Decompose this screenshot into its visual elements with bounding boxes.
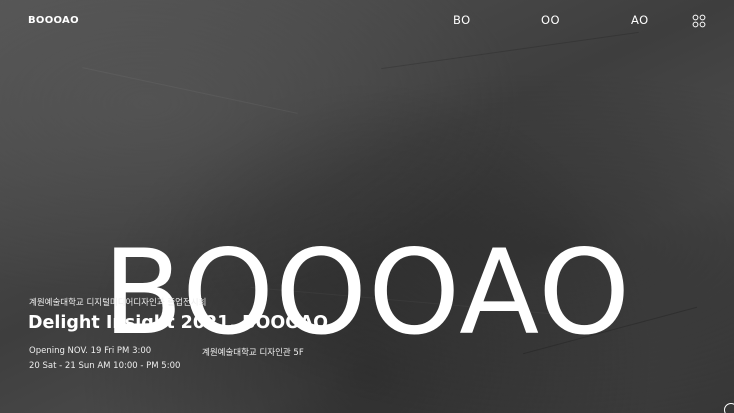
nav-item-oo[interactable]: OO <box>541 13 560 27</box>
exhibition-venue: 계원예술대학교 디자인관 5F <box>202 348 304 358</box>
grid-circles-icon[interactable] <box>692 13 706 28</box>
nav-item-ao[interactable]: AO <box>631 13 649 27</box>
nav-item-bo[interactable]: BO <box>453 13 471 27</box>
hero-title: BOOOAO <box>102 224 632 362</box>
scroll-circle-icon[interactable] <box>724 403 734 413</box>
exhibition-subtitle: 계원예술대학교 디지털미디어디자인과 졸업전시회 <box>29 298 207 308</box>
exhibition-title: Delight Insight 2021, BOOOAO <box>28 313 329 333</box>
opening-time: Opening NOV. 19 Fri PM 3:00 <box>29 346 152 356</box>
paper-crease <box>82 67 298 114</box>
paper-crease <box>381 31 639 70</box>
site-logo[interactable]: BOOOAO <box>28 15 79 26</box>
exhibition-hours: 20 Sat - 21 Sun AM 10:00 - PM 5:00 <box>29 361 181 371</box>
